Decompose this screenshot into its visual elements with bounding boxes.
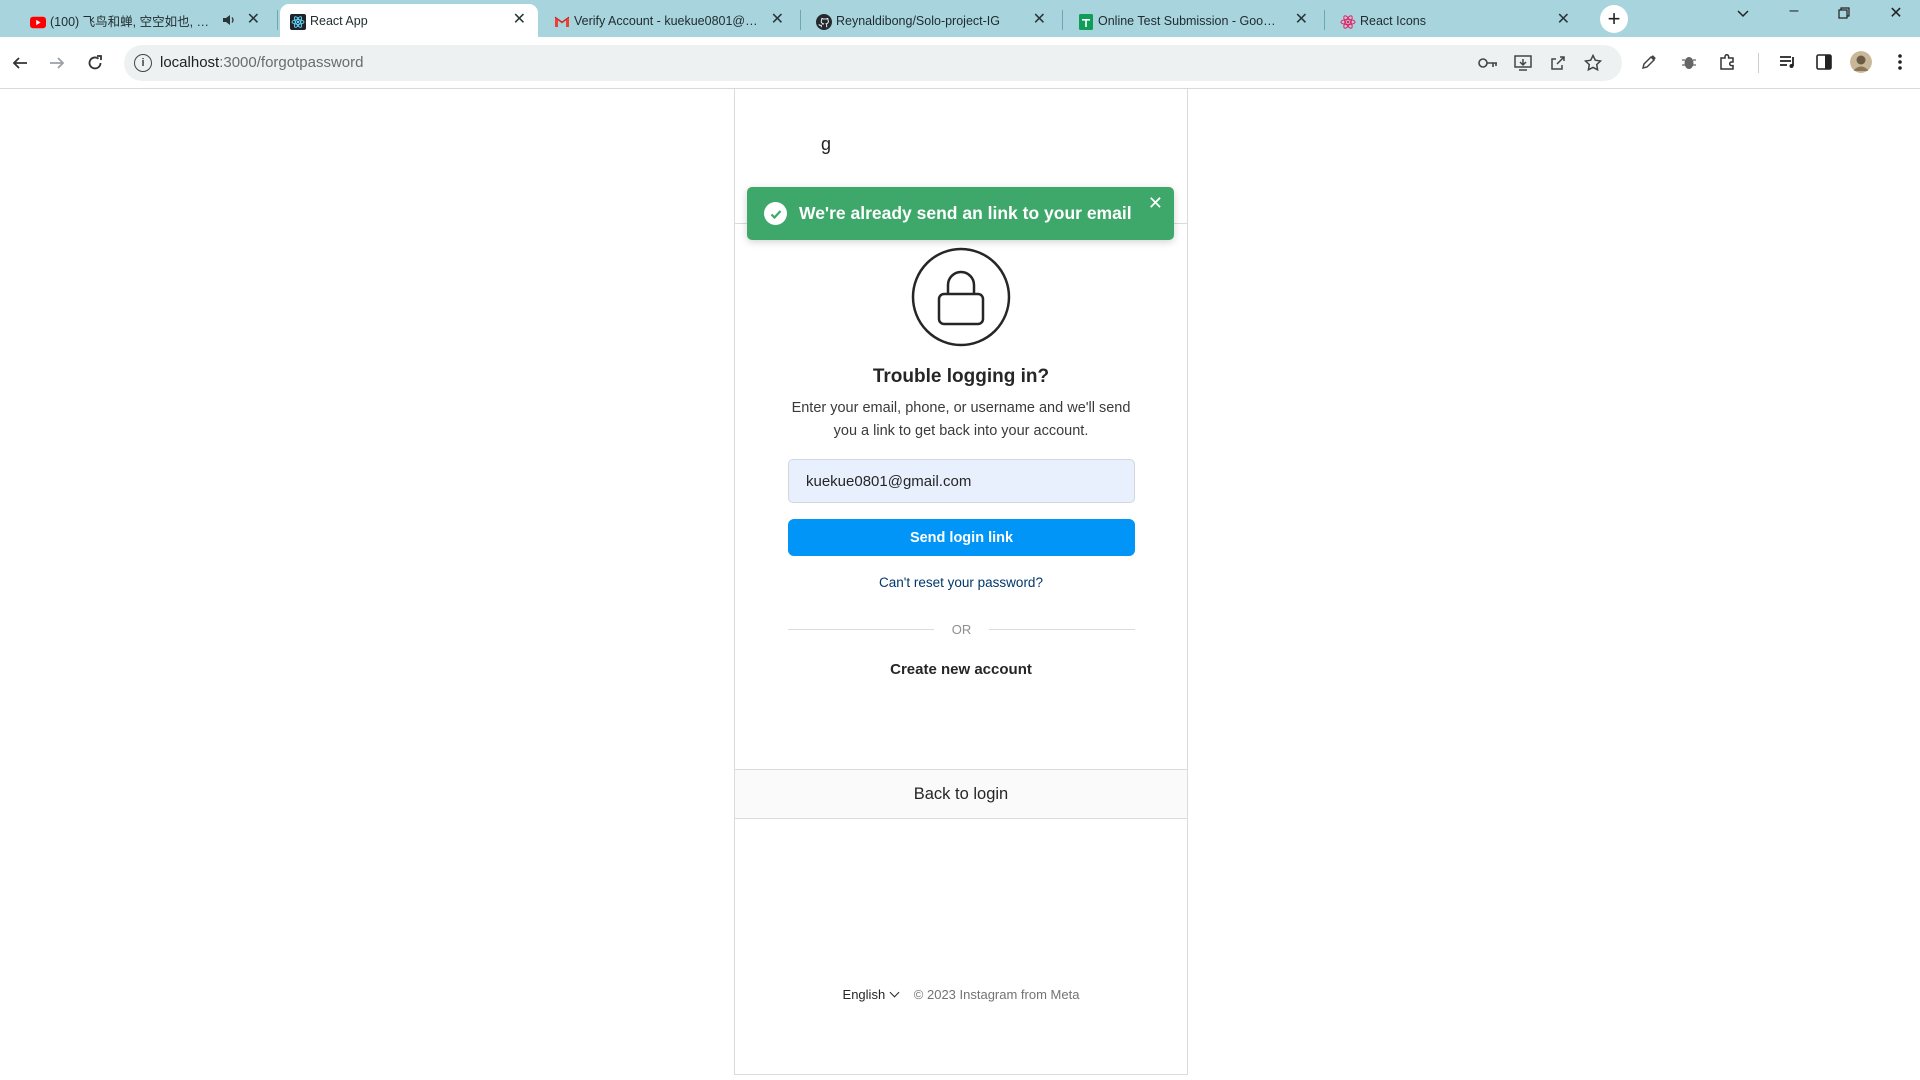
back-to-login-label: Back to login [913,784,1009,803]
key-icon[interactable] [1478,53,1498,73]
or-divider: OR [788,622,1135,638]
divider-line [989,629,1135,630]
browser-toolbar: i localhost:3000/forgotpassword [0,37,1920,89]
new-tab-button[interactable]: + [1600,5,1628,33]
react-app-icon [290,14,306,30]
google-sheets-icon [1078,14,1094,30]
eyedropper-icon[interactable] [1638,51,1660,73]
tab-strip: (100) 飞鸟和蝉, 空空如也, 殇离 ✕ React App ✕ Verif… [0,0,1920,37]
chrome-menu-icon[interactable] [1889,51,1911,73]
restore-icon[interactable] [1829,6,1859,24]
extensions-puzzle-icon[interactable] [1717,51,1739,73]
page-viewport: g Trouble logging in? Enter your email, … [0,89,1920,1080]
header-text-fragment: g [821,134,832,154]
tab-search-chevron-icon[interactable] [1728,6,1758,24]
success-toast: We're already send an link to your email… [747,187,1174,240]
youtube-icon [30,14,46,30]
address-bar[interactable]: i localhost:3000/forgotpassword [124,45,1622,81]
footer: English © 2023 Instagram from Meta [735,987,1187,1002]
bug-extension-icon[interactable] [1678,51,1700,73]
tab-close-icon[interactable]: ✕ [1557,12,1570,28]
language-selector[interactable]: English [843,987,900,1002]
speaker-icon[interactable] [222,13,236,30]
reload-icon[interactable] [81,49,109,77]
tab-gmail[interactable]: Verify Account - kuekue0801@gm ✕ [544,4,796,37]
back-to-login-button[interactable]: Back to login [734,769,1188,819]
bookmark-star-icon[interactable] [1583,53,1603,73]
page-title: Trouble logging in? [872,366,1050,387]
instructions-text: Enter your email, phone, or username and… [791,400,1131,439]
react-icons-icon [1340,14,1356,30]
chevron-down-icon [889,987,900,998]
email-field[interactable] [788,459,1135,503]
minimize-icon[interactable]: – [1779,2,1809,20]
back-arrow-icon[interactable] [6,49,34,77]
tab-close-icon[interactable]: ✕ [1033,12,1046,28]
check-circle-icon [764,202,787,225]
tab-github[interactable]: Reynaldibong/Solo-project-IG ✕ [806,4,1058,37]
copyright-text: © 2023 Instagram from Meta [913,987,1080,1002]
send-login-link-button[interactable]: Send login link [788,519,1135,556]
github-icon [816,14,832,30]
gmail-icon [554,14,570,30]
create-new-account-link[interactable]: Create new account [735,661,1187,678]
side-panel-icon[interactable] [1813,51,1835,73]
address-url[interactable]: localhost:3000/forgotpassword [160,54,363,71]
profile-avatar[interactable] [1850,51,1872,73]
tab-close-icon[interactable]: ✕ [513,12,526,28]
window-close-icon[interactable]: ✕ [1881,3,1911,23]
install-app-icon[interactable] [1513,53,1533,73]
share-icon[interactable] [1548,53,1568,73]
lock-icon [911,247,1011,347]
tab-close-icon[interactable]: ✕ [247,12,260,28]
tab-react-icons[interactable]: React Icons ✕ [1330,4,1582,37]
tab-close-icon[interactable]: ✕ [1295,12,1308,28]
tab-close-icon[interactable]: ✕ [771,12,784,28]
toast-message: We're already send an link to your email [799,203,1132,223]
forward-arrow-icon[interactable] [43,49,71,77]
tab-google-sheets[interactable]: Online Test Submission - Google S ✕ [1068,4,1320,37]
tab-react-app[interactable]: React App ✕ [280,4,538,37]
toast-close-icon[interactable]: ✕ [1148,194,1163,212]
media-queue-icon[interactable] [1777,51,1799,73]
cant-reset-password-link[interactable]: Can't reset your password? [735,575,1187,590]
tab-youtube[interactable]: (100) 飞鸟和蝉, 空空如也, 殇离 ✕ [20,4,272,37]
site-info-icon[interactable]: i [134,54,152,72]
